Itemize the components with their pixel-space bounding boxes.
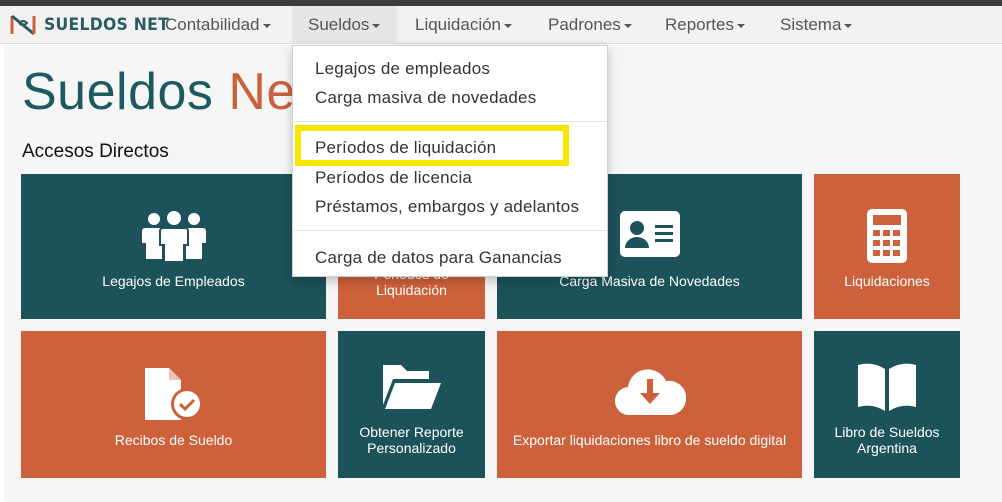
- title-part-1: Sueldos: [22, 63, 229, 121]
- file-check-icon: [21, 365, 326, 423]
- nav-reportes[interactable]: Reportes: [665, 6, 745, 44]
- tile-label: Recibos de Sueldo: [114, 432, 233, 448]
- menu-divider: [294, 230, 606, 231]
- tile-label: Libro de Sueldos Argentina: [834, 424, 940, 456]
- book-open-icon: [814, 361, 960, 411]
- caret-down-icon: [844, 23, 853, 28]
- menu-item-ganancias[interactable]: Carga de datos para Ganancias: [315, 248, 562, 268]
- brand-logo[interactable]: SUELDOS NET: [8, 10, 180, 40]
- nav-sueldos[interactable]: Sueldos: [292, 6, 397, 44]
- tile-obtener-reporte[interactable]: Obtener Reporte Personalizado: [338, 331, 485, 478]
- nav-label: Sistema: [780, 15, 842, 34]
- nav-label: Padrones: [548, 15, 621, 34]
- caret-down-icon: [504, 23, 513, 28]
- tile-exportar-libro-digital[interactable]: Exportar liquidaciones libro de sueldo d…: [497, 331, 802, 478]
- tile-label: Exportar liquidaciones libro de sueldo d…: [512, 432, 787, 448]
- users-icon: [21, 210, 326, 262]
- nav-padrones[interactable]: Padrones: [548, 6, 632, 44]
- page-title: Sueldos Net: [22, 62, 311, 122]
- nav-label: Liquidación: [415, 15, 502, 34]
- nav-sistema[interactable]: Sistema: [780, 6, 853, 44]
- tile-liquidaciones[interactable]: Liquidaciones: [814, 174, 960, 319]
- tile-label: Liquidaciones: [844, 273, 930, 289]
- nav-contabilidad[interactable]: Contabilidad: [165, 6, 271, 44]
- tile-label: Legajos de Empleados: [102, 273, 245, 289]
- caret-down-icon: [736, 23, 745, 28]
- folder-open-icon: [338, 361, 485, 411]
- tile-libro-sueldos-argentina[interactable]: Libro de Sueldos Argentina: [814, 331, 960, 478]
- sueldos-net-logo-icon: [10, 14, 36, 36]
- menu-item-legajos[interactable]: Legajos de empleados: [315, 59, 490, 79]
- menu-item-prestamos[interactable]: Préstamos, embargos y adelantos: [315, 197, 579, 217]
- section-title: Accesos Directos: [22, 141, 169, 162]
- tile-recibos-sueldo[interactable]: Recibos de Sueldo: [21, 331, 326, 478]
- tile-label: Obtener Reporte Personalizado: [359, 424, 464, 456]
- brand-name: SUELDOS NET: [44, 15, 170, 35]
- nav-label: Contabilidad: [165, 15, 260, 34]
- tile-legajos-empleados[interactable]: Legajos de Empleados: [21, 174, 326, 319]
- caret-down-icon: [262, 23, 271, 28]
- menu-divider: [294, 121, 606, 122]
- navbar: SUELDOS NET Contabilidad Sueldos Liquida…: [0, 6, 1002, 44]
- highlight-box: [295, 125, 569, 166]
- caret-down-icon: [623, 23, 632, 28]
- nav-liquidacion[interactable]: Liquidación: [415, 6, 513, 44]
- cloud-download-icon: [497, 365, 802, 417]
- caret-down-icon: [372, 23, 381, 28]
- menu-item-carga-masiva[interactable]: Carga masiva de novedades: [315, 88, 536, 108]
- nav-label: Reportes: [665, 15, 734, 34]
- menu-item-periodos-licencia[interactable]: Períodos de licencia: [315, 168, 472, 188]
- calculator-icon: [814, 208, 960, 264]
- nav-label: Sueldos: [308, 15, 370, 34]
